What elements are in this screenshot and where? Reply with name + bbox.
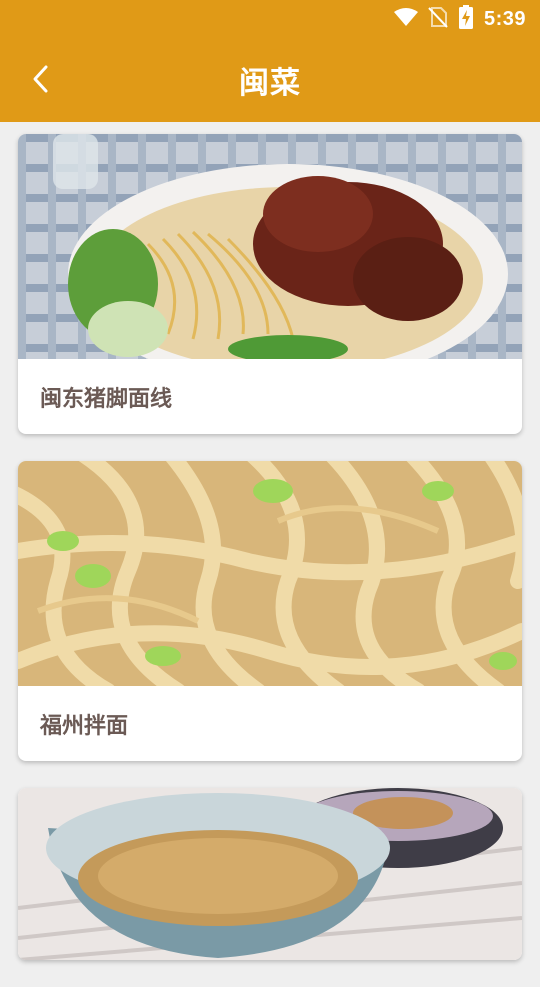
recipe-name: 福州拌面 <box>40 713 129 739</box>
recipe-image <box>18 461 522 686</box>
recipe-card[interactable]: 闽东猪脚面线 <box>18 134 522 434</box>
recipe-image <box>18 134 522 359</box>
status-time: 5:39 <box>483 7 526 30</box>
status-icons: 5:39 <box>393 5 526 33</box>
recipe-card[interactable] <box>18 788 522 960</box>
recipe-name: 闽东猪脚面线 <box>40 386 173 412</box>
recipe-card[interactable]: 福州拌面 <box>18 461 522 761</box>
status-bar: 5:39 <box>0 0 540 38</box>
app-bar: 闽菜 <box>0 38 540 122</box>
no-sim-icon <box>428 6 448 32</box>
page-title: 闽菜 <box>239 66 301 101</box>
battery-charging-icon <box>458 5 474 33</box>
recipe-list: 闽东猪脚面线 福州拌面 <box>18 134 522 987</box>
wifi-icon <box>393 7 418 31</box>
recipe-image <box>18 788 522 960</box>
